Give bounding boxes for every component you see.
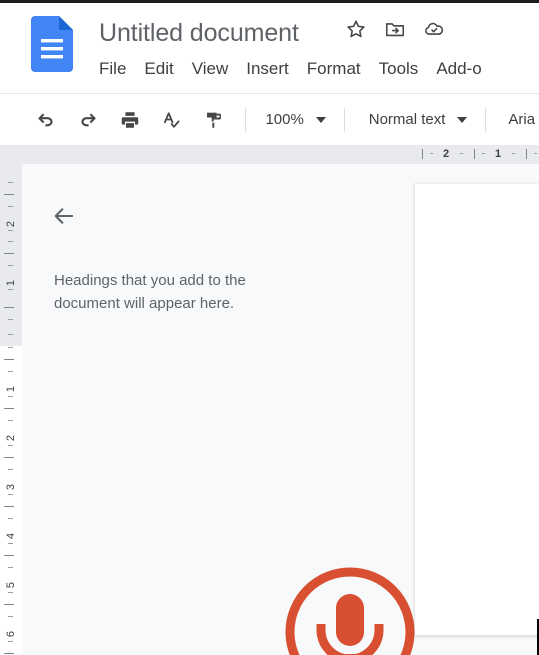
microphone-icon	[285, 567, 415, 655]
ruler-tick	[430, 153, 433, 154]
print-icon[interactable]	[118, 107, 142, 133]
document-outline-panel: Headings that you add to the document wi…	[22, 164, 415, 655]
redo-icon[interactable]	[76, 107, 100, 133]
ruler-tick	[4, 194, 14, 195]
ruler-tick	[4, 506, 14, 507]
zoom-value: 100%	[265, 110, 304, 128]
zoom-dropdown[interactable]: 100%	[261, 106, 329, 134]
menu-item-tools[interactable]: Tools	[370, 56, 428, 82]
ruler-tick	[8, 445, 13, 446]
horizontal-ruler[interactable]: 21	[0, 145, 539, 164]
google-docs-window: Untitled document File Edit View Insert …	[0, 0, 539, 655]
ruler-number: 2	[5, 220, 17, 228]
ruler-tick	[8, 265, 13, 266]
ruler-tick	[8, 518, 13, 519]
ruler-number: 1	[5, 385, 17, 393]
paragraph-style-value: Normal text	[368, 110, 446, 128]
ruler-tick	[8, 396, 13, 397]
ruler-tick	[8, 469, 13, 470]
ruler-number: 2	[443, 148, 450, 160]
editor-body: 2 1 1 2 3 4 5 6 Headings that you add to the do…	[0, 164, 539, 655]
ruler-number: 1	[495, 148, 502, 160]
document-title-row: Untitled document	[99, 16, 299, 50]
ruler-tick	[460, 153, 463, 154]
ruler-tick	[8, 420, 13, 421]
ruler-tick	[8, 182, 13, 183]
menu-bar: File Edit View Insert Format Tools Add-o	[99, 56, 491, 82]
ruler-tick	[8, 567, 13, 568]
font-family-dropdown[interactable]: Aria	[504, 106, 539, 134]
ruler-tick	[4, 653, 14, 654]
menu-item-format[interactable]: Format	[298, 56, 370, 82]
ruler-tick	[8, 334, 13, 335]
menu-item-view[interactable]: View	[183, 56, 238, 82]
toolbar-divider-1	[244, 107, 246, 132]
ruler-tick	[534, 153, 537, 154]
ruler-tick	[4, 408, 14, 409]
horizontal-ruler-ticks: 21	[0, 145, 539, 164]
ruler-tick	[4, 604, 14, 605]
ruler-tick	[8, 592, 13, 593]
ruler-tick	[422, 149, 423, 159]
title-action-icons	[345, 18, 445, 40]
ruler-tick	[4, 307, 14, 308]
ruler-tick	[8, 543, 13, 544]
chevron-down-icon	[315, 116, 326, 123]
ruler-tick	[8, 206, 13, 207]
menu-item-insert[interactable]: Insert	[237, 56, 298, 82]
ruler-number: 6	[5, 630, 17, 638]
vertical-ruler[interactable]: 2 1 1 2 3 4 5 6	[0, 164, 22, 655]
chevron-down-icon	[457, 116, 468, 123]
ruler-tick	[8, 494, 13, 495]
ruler-tick	[4, 457, 14, 458]
ruler-tick	[8, 347, 13, 348]
menu-item-add-ons[interactable]: Add-o	[427, 56, 490, 82]
ruler-tick	[526, 149, 527, 159]
ruler-number: 2	[5, 434, 17, 442]
paragraph-style-dropdown[interactable]: Normal text	[365, 106, 472, 134]
paint-format-icon[interactable]	[202, 107, 226, 133]
star-icon[interactable]	[345, 18, 367, 40]
font-family-value: Aria	[508, 110, 536, 128]
toolbar-divider-2	[343, 107, 345, 132]
ruler-number: 3	[5, 483, 17, 491]
ruler-tick	[8, 371, 13, 372]
document-page[interactable]	[415, 184, 539, 635]
document-title[interactable]: Untitled document	[99, 16, 299, 50]
menu-item-file[interactable]: File	[99, 56, 135, 82]
ruler-tick	[4, 555, 14, 556]
ruler-tick	[512, 153, 515, 154]
toolbar-divider-3	[485, 107, 487, 132]
docs-logo-svg	[31, 16, 73, 72]
menu-item-edit[interactable]: Edit	[135, 56, 182, 82]
voice-typing-microphone-button[interactable]	[280, 562, 420, 655]
ruler-tick	[474, 149, 475, 159]
app-header: Untitled document File Edit View Insert …	[0, 0, 539, 94]
ruler-tick	[8, 319, 13, 320]
outline-empty-message: Headings that you add to the document wi…	[54, 272, 246, 312]
ruler-tick	[8, 616, 13, 617]
docs-document-icon[interactable]	[31, 16, 73, 72]
ruler-tick	[8, 241, 13, 242]
window-top-bar	[0, 0, 539, 3]
move-to-folder-icon[interactable]	[384, 18, 406, 40]
undo-icon[interactable]	[34, 107, 58, 133]
formatting-toolbar: 100% Normal text Aria	[0, 94, 539, 145]
arrow-left-icon[interactable]	[50, 202, 78, 230]
ruler-number: 1	[5, 279, 17, 287]
cloud-saved-icon[interactable]	[423, 18, 445, 40]
ruler-tick	[8, 641, 13, 642]
ruler-tick	[4, 359, 14, 360]
ruler-number: 5	[5, 581, 17, 589]
ruler-tick	[4, 253, 14, 254]
spelling-check-icon[interactable]	[160, 107, 184, 133]
ruler-tick	[482, 153, 485, 154]
ruler-number: 4	[5, 532, 17, 540]
